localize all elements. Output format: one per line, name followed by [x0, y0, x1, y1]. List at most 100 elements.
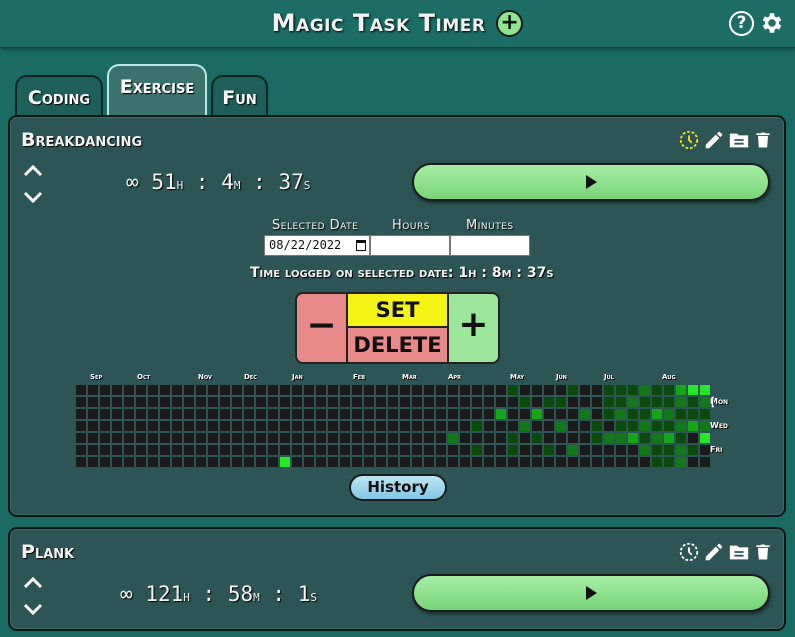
help-icon[interactable]: ? — [729, 11, 754, 36]
heatmap-cell[interactable] — [256, 433, 266, 443]
heatmap-cell[interactable] — [184, 457, 194, 467]
delete-button[interactable]: DELETE — [346, 326, 449, 364]
heatmap-cell[interactable] — [628, 409, 638, 419]
heatmap-cell[interactable] — [460, 397, 470, 407]
heatmap-cell[interactable] — [688, 433, 698, 443]
heatmap-cell[interactable] — [328, 385, 338, 395]
heatmap-cell[interactable] — [304, 397, 314, 407]
heatmap-cell[interactable] — [676, 445, 686, 455]
heatmap-cell[interactable] — [544, 397, 554, 407]
heatmap-cell[interactable] — [400, 433, 410, 443]
heatmap-cell[interactable] — [304, 433, 314, 443]
heatmap-cell[interactable] — [604, 397, 614, 407]
heatmap-cell[interactable] — [664, 385, 674, 395]
heatmap-cell[interactable] — [412, 397, 422, 407]
heatmap-cell[interactable] — [364, 397, 374, 407]
heatmap-cell[interactable] — [280, 433, 290, 443]
heatmap-cell[interactable] — [412, 421, 422, 431]
heatmap-cell[interactable] — [388, 457, 398, 467]
history-button[interactable]: History — [349, 474, 447, 501]
heatmap-cell[interactable] — [484, 433, 494, 443]
heatmap-cell[interactable] — [532, 457, 542, 467]
heatmap-cell[interactable] — [184, 397, 194, 407]
heatmap-cell[interactable] — [700, 457, 710, 467]
date-input[interactable]: 08/22/2022 — [264, 235, 370, 256]
heatmap-cell[interactable] — [568, 385, 578, 395]
heatmap-cell[interactable] — [544, 433, 554, 443]
heatmap-cell[interactable] — [76, 433, 86, 443]
heatmap-cell[interactable] — [652, 457, 662, 467]
heatmap-cell[interactable] — [472, 445, 482, 455]
heatmap-cell[interactable] — [172, 385, 182, 395]
heatmap-cell[interactable] — [208, 385, 218, 395]
heatmap-cell[interactable] — [88, 457, 98, 467]
heatmap-cell[interactable] — [364, 421, 374, 431]
heatmap-cell[interactable] — [520, 433, 530, 443]
heatmap-cell[interactable] — [628, 445, 638, 455]
heatmap-cell[interactable] — [172, 421, 182, 431]
heatmap-cell[interactable] — [412, 433, 422, 443]
heatmap-cell[interactable] — [136, 457, 146, 467]
heatmap-cell[interactable] — [496, 397, 506, 407]
heatmap-cell[interactable] — [520, 385, 530, 395]
heatmap-cell[interactable] — [160, 385, 170, 395]
heatmap-cell[interactable] — [400, 445, 410, 455]
heatmap-cell[interactable] — [400, 409, 410, 419]
heatmap-cell[interactable] — [640, 421, 650, 431]
heatmap-cell[interactable] — [292, 457, 302, 467]
heatmap-cell[interactable] — [100, 397, 110, 407]
heatmap-cell[interactable] — [400, 385, 410, 395]
heatmap-cell[interactable] — [136, 409, 146, 419]
heatmap-cell[interactable] — [388, 409, 398, 419]
heatmap-cell[interactable] — [268, 457, 278, 467]
heatmap-cell[interactable] — [112, 385, 122, 395]
heatmap-cell[interactable] — [448, 385, 458, 395]
heatmap-cell[interactable] — [124, 397, 134, 407]
heatmap-cell[interactable] — [352, 433, 362, 443]
heatmap-cell[interactable] — [88, 385, 98, 395]
heatmap-cell[interactable] — [280, 385, 290, 395]
heatmap-cell[interactable] — [568, 397, 578, 407]
heatmap-cell[interactable] — [400, 397, 410, 407]
heatmap-cell[interactable] — [388, 445, 398, 455]
heatmap-cell[interactable] — [184, 421, 194, 431]
heatmap-cell[interactable] — [556, 433, 566, 443]
heatmap-cell[interactable] — [184, 409, 194, 419]
heatmap-cell[interactable] — [100, 457, 110, 467]
heatmap-cell[interactable] — [232, 457, 242, 467]
set-button[interactable]: SET — [346, 292, 449, 328]
heatmap-cell[interactable] — [244, 421, 254, 431]
heatmap-cell[interactable] — [220, 457, 230, 467]
heatmap-cell[interactable] — [640, 385, 650, 395]
heatmap-cell[interactable] — [208, 397, 218, 407]
heatmap-cell[interactable] — [88, 433, 98, 443]
heatmap-cell[interactable] — [676, 385, 686, 395]
heatmap-cell[interactable] — [76, 457, 86, 467]
heatmap-cell[interactable] — [676, 397, 686, 407]
heatmap-cell[interactable] — [556, 445, 566, 455]
heatmap-cell[interactable] — [328, 433, 338, 443]
heatmap-cell[interactable] — [424, 421, 434, 431]
heatmap-cell[interactable] — [700, 433, 710, 443]
heatmap-cell[interactable] — [616, 445, 626, 455]
heatmap-cell[interactable] — [628, 457, 638, 467]
heatmap-cell[interactable] — [532, 433, 542, 443]
heatmap-cell[interactable] — [664, 421, 674, 431]
heatmap-cell[interactable] — [556, 385, 566, 395]
heatmap-cell[interactable] — [148, 445, 158, 455]
heatmap-cell[interactable] — [580, 421, 590, 431]
heatmap-cell[interactable] — [496, 421, 506, 431]
heatmap-cell[interactable] — [628, 433, 638, 443]
heatmap-cell[interactable] — [472, 421, 482, 431]
heatmap-cell[interactable] — [292, 397, 302, 407]
heatmap-cell[interactable] — [88, 397, 98, 407]
heatmap-cell[interactable] — [148, 421, 158, 431]
heatmap-cell[interactable] — [232, 433, 242, 443]
heatmap-cell[interactable] — [580, 385, 590, 395]
heatmap-cell[interactable] — [352, 385, 362, 395]
heatmap-cell[interactable] — [568, 409, 578, 419]
heatmap-cell[interactable] — [232, 397, 242, 407]
heatmap-cell[interactable] — [676, 433, 686, 443]
heatmap-cell[interactable] — [544, 409, 554, 419]
heatmap-cell[interactable] — [688, 445, 698, 455]
